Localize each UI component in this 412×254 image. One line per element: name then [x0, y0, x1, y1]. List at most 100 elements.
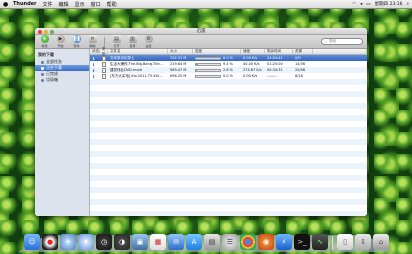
minimize-icon[interactable]: [44, 29, 48, 34]
column-header-remaining[interactable]: 剩余时间: [265, 49, 293, 54]
open-label: 打开: [113, 43, 120, 48]
menu-window[interactable]: 窗口: [91, 1, 101, 8]
window-controls: [38, 29, 54, 34]
task-speed: 0.00 K/s: [243, 56, 258, 60]
column-header-type[interactable]: 类型: [100, 47, 108, 56]
directory-icon: ▥: [128, 35, 137, 44]
start-button[interactable]: ▶ 开始: [54, 35, 67, 48]
plus-icon: +: [40, 35, 49, 44]
trash-icon[interactable]: ⌂: [373, 234, 389, 250]
pause-button[interactable]: ❚❚ 暂停: [70, 35, 83, 48]
downloads-icon[interactable]: ⇩: [355, 234, 371, 250]
terminal-icon[interactable]: >_: [294, 234, 310, 250]
download-arrow-icon: ⬇: [92, 61, 96, 67]
delete-button[interactable]: ✕ 删除: [86, 35, 99, 48]
database-icon[interactable]: ☰: [222, 234, 238, 250]
preview-icon[interactable]: ▤: [204, 234, 220, 250]
thunder-icon[interactable]: ⚡: [276, 234, 292, 250]
pause-label: 暂停: [73, 43, 80, 48]
menu-file[interactable]: 文件: [43, 1, 53, 8]
menu-app-name[interactable]: Thunder: [13, 1, 37, 7]
dashboard-icon[interactable]: ◑: [114, 234, 130, 250]
spotlight-icon[interactable]: ⌕: [406, 1, 409, 7]
task-progress: 2.6 %: [193, 68, 241, 72]
task-progress: 0.0 %: [193, 56, 241, 60]
column-header-progress[interactable]: 进度: [193, 49, 241, 54]
window-title: 迅雷: [196, 29, 206, 34]
search-input[interactable]: ⌕ 搜索: [321, 38, 363, 45]
zoom-icon[interactable]: [50, 29, 54, 34]
firefox-icon[interactable]: ◉: [258, 234, 274, 250]
progress-text: 0.0 %: [223, 56, 234, 60]
task-remaining: 24:04:41: [267, 56, 283, 60]
toolbar: + 新建 ▶ 开始 ❚❚ 暂停 ✕ 删除 ▤ 打开 ▥ 目录 ⚙ 设置 ⌕ 搜索: [35, 35, 367, 49]
calendar-icon[interactable]: ▦: [150, 234, 166, 250]
menu-status-area: ◠ ◂ ▭ 星期四 23:16 ⌕: [352, 1, 409, 8]
volume-icon[interactable]: ◂: [360, 2, 362, 7]
folder-icon: ▤: [112, 35, 121, 44]
directory-label: 目录: [129, 43, 136, 48]
launchpad-icon[interactable]: ✈: [60, 234, 76, 250]
delete-label: 删除: [89, 43, 96, 48]
app-store-icon[interactable]: A: [186, 234, 202, 250]
menu-bar: ● Thunder 文件 编辑 显示 窗口 帮助 ◠ ◂ ▭ 星期四 23:16…: [0, 0, 412, 9]
task-name: 建党伟业DVD.rmvb: [110, 67, 142, 72]
window-content: 我的下载 全部任务 正在下载 已完成 垃圾箱 状态 类型 文件名 大小 进度 速…: [35, 47, 367, 216]
play-icon: ▶: [56, 35, 65, 44]
column-header-size[interactable]: 大小: [168, 49, 193, 54]
chrome-icon[interactable]: [240, 234, 256, 250]
task-sources: 0/0: [295, 56, 301, 60]
task-name: 文本采访纪录上: [110, 55, 135, 60]
sidebar-item-trash[interactable]: 垃圾箱: [35, 77, 89, 83]
document-icon[interactable]: ▯: [337, 234, 353, 250]
menu-edit[interactable]: 编辑: [59, 1, 69, 8]
finder-icon[interactable]: ☺: [24, 234, 40, 250]
task-remaining: 00:34:31: [267, 68, 283, 72]
sidebar-header: 我的下载: [38, 52, 54, 57]
activity-monitor-icon[interactable]: ∿: [312, 234, 328, 250]
photo-icon[interactable]: ▣: [132, 234, 148, 250]
new-task-label: 新建: [41, 43, 48, 48]
gear-icon: ⚙: [144, 35, 153, 44]
column-header-status[interactable]: 状态: [90, 49, 100, 54]
close-icon[interactable]: [38, 29, 42, 34]
wifi-icon[interactable]: ◠: [352, 2, 356, 7]
settings-button[interactable]: ⚙ 设置: [142, 35, 155, 48]
start-label: 开始: [57, 43, 64, 48]
file-icon: [102, 73, 106, 79]
qq-icon[interactable]: ●: [42, 234, 58, 250]
column-header-name[interactable]: 文件名: [108, 49, 168, 54]
menu-clock[interactable]: 星期四 23:16: [375, 1, 403, 7]
task-remaining: 01:25:00: [267, 62, 283, 66]
download-arrow-icon: ⬇: [92, 55, 96, 61]
task-size: 696.25 M: [170, 74, 187, 78]
task-sources: 8/18: [295, 74, 303, 78]
task-speed: 40.00 K/s: [243, 62, 260, 66]
file-icon: [102, 61, 106, 67]
task-sources: 14/36: [295, 62, 306, 66]
dock-separator: [332, 236, 333, 250]
progress-text: 0.0 %: [223, 74, 234, 78]
menu-help[interactable]: 帮助: [107, 1, 117, 8]
column-header-speed[interactable]: 速度: [241, 49, 265, 54]
mail-icon[interactable]: ✉: [168, 234, 184, 250]
battery-icon[interactable]: ▭: [366, 2, 370, 7]
download-arrow-icon: ⬇: [92, 73, 96, 79]
task-size: 702.31 M: [170, 56, 187, 60]
thunder-window: 迅雷 + 新建 ▶ 开始 ❚❚ 暂停 ✕ 删除 ▤ 打开 ▥ 目录 ⚙ 设置 ⌕…: [35, 28, 367, 216]
directory-button[interactable]: ▥ 目录: [126, 35, 139, 48]
window-titlebar[interactable]: 迅雷: [35, 28, 367, 35]
table-row[interactable]: ⬇ [东方大买电].Kio.2011.T5.XVi... 696.25 M 0.…: [90, 73, 367, 79]
safari-icon[interactable]: ✦: [78, 234, 94, 250]
open-button[interactable]: ▤ 打开: [110, 35, 123, 48]
menu-view[interactable]: 显示: [75, 1, 85, 8]
sidebar-item-label: 垃圾箱: [46, 77, 58, 82]
toolbar-separator: [104, 36, 105, 47]
clock-icon[interactable]: ◷: [96, 234, 112, 250]
new-task-button[interactable]: + 新建: [38, 35, 51, 48]
apple-icon[interactable]: ●: [3, 1, 9, 8]
task-sources: 20/56: [295, 68, 306, 72]
task-name: 生活大爆炸.The.Big.Bang.The...: [110, 61, 163, 66]
task-progress: 0.0 %: [193, 74, 241, 78]
column-header-sources[interactable]: 资源: [293, 49, 313, 54]
